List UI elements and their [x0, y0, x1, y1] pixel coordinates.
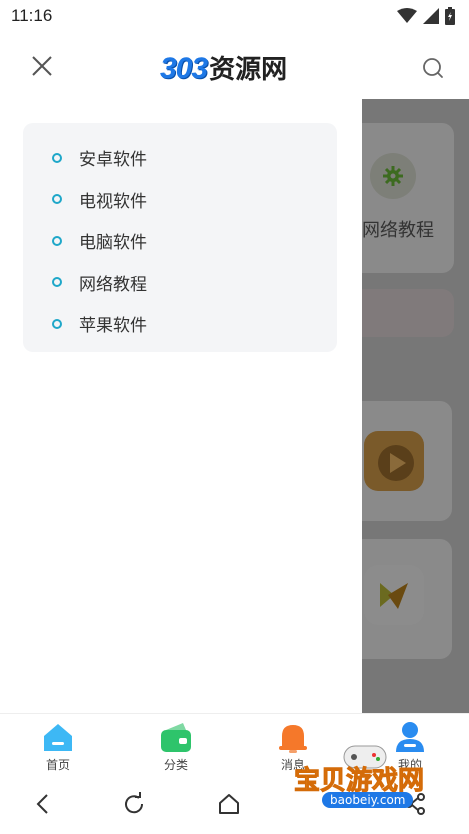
menu-item-label: 安卓软件: [79, 150, 147, 171]
menu-item-label: 电视软件: [79, 191, 147, 212]
tab-label: 首页: [45, 758, 70, 772]
wallet-icon: [159, 720, 193, 754]
home-icon: [41, 720, 75, 754]
logo-text: 资源网: [209, 55, 288, 85]
site-logo[interactable]: 303 资源网: [160, 49, 287, 86]
bullet-icon: [52, 152, 62, 163]
background-card-label: 网络教程: [362, 220, 434, 241]
status-bar: 11:16: [0, 0, 469, 32]
gear-icon: [370, 153, 416, 199]
menu-item-apple[interactable]: 苹果软件: [23, 303, 337, 345]
status-time: 11:16: [11, 6, 53, 25]
back-icon[interactable]: [30, 791, 56, 817]
battery-icon: [445, 7, 455, 25]
signal-icon: [423, 8, 439, 24]
watermark-logo: 宝贝游戏网 baobeiy.com: [290, 740, 440, 830]
refresh-icon[interactable]: [121, 791, 147, 817]
home-nav-icon[interactable]: [216, 791, 242, 817]
bullet-icon: [52, 318, 62, 329]
logo-number: 303: [160, 52, 208, 85]
menu-item-pc[interactable]: 电脑软件: [23, 220, 337, 262]
background-page-overlay[interactable]: 网络教程: [362, 99, 469, 713]
side-drawer: 303 资源网 安卓软件 电视软件 电脑软件 网络教程 苹果软件: [0, 32, 362, 713]
tab-label: 分类: [163, 758, 188, 772]
menu-item-tv[interactable]: 电视软件: [23, 179, 337, 221]
wifi-icon: [397, 8, 417, 23]
status-icons: [397, 7, 455, 25]
category-menu: 安卓软件 电视软件 电脑软件 网络教程 苹果软件: [23, 123, 337, 352]
menu-item-label: 网络教程: [79, 274, 147, 295]
tab-category[interactable]: 分类: [141, 720, 211, 773]
play-app-icon: [364, 565, 424, 625]
menu-item-android[interactable]: 安卓软件: [23, 137, 337, 179]
menu-item-label: 苹果软件: [79, 316, 147, 337]
menu-item-label: 电脑软件: [79, 233, 147, 254]
bullet-icon: [52, 235, 62, 246]
menu-item-tutorial[interactable]: 网络教程: [23, 262, 337, 304]
close-icon[interactable]: [28, 52, 56, 80]
background-banner: [362, 289, 454, 337]
video-app-icon: [364, 431, 424, 491]
bullet-icon: [52, 194, 62, 205]
bullet-icon: [52, 277, 62, 288]
search-icon[interactable]: [420, 55, 446, 81]
watermark-url: baobeiy.com: [322, 792, 414, 808]
tab-home[interactable]: 首页: [23, 720, 93, 773]
